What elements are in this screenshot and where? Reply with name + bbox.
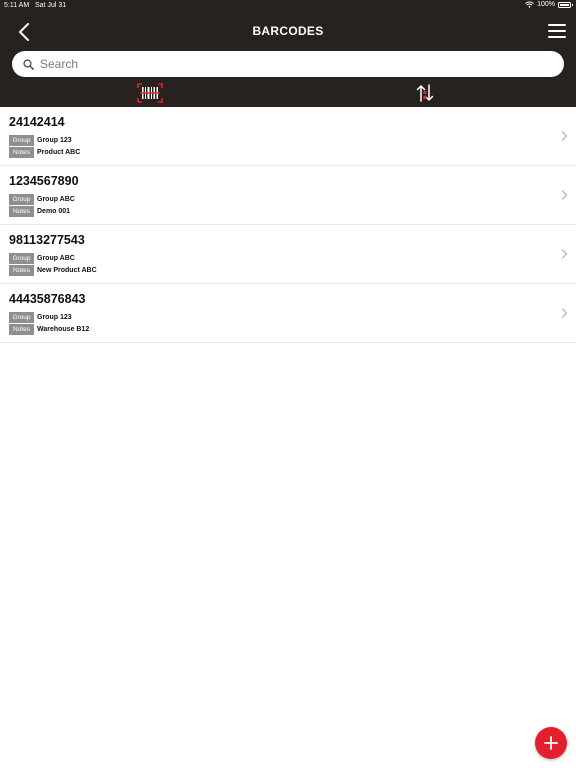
chevron-right-icon xyxy=(561,131,568,141)
list-item[interactable]: 98113277543 Group Group ABC Notes New Pr… xyxy=(0,225,576,284)
search-icon xyxy=(23,58,34,70)
group-line: Group Group ABC xyxy=(9,194,75,205)
notes-tag: Notes xyxy=(9,265,34,276)
notes-value: Product ABC xyxy=(37,149,81,156)
barcode-value: 44435876843 xyxy=(9,292,86,306)
notes-value: Demo 001 xyxy=(37,208,71,215)
list-item[interactable]: 44435876843 Group Group 123 Notes Wareho… xyxy=(0,284,576,343)
page-title: BARCODES xyxy=(252,24,324,38)
battery-icon xyxy=(558,1,573,8)
barcode-scan-button[interactable] xyxy=(137,83,163,103)
barcode-icon xyxy=(137,83,163,103)
group-tag: Group xyxy=(9,312,34,323)
chevron-right-icon xyxy=(561,190,568,200)
group-line: Group Group ABC xyxy=(9,253,75,264)
barcode-value: 1234567890 xyxy=(9,174,79,188)
notes-value: Warehouse B12 xyxy=(37,326,90,333)
barcode-list: 24142414 Group Group 123 Notes Product A… xyxy=(0,107,576,343)
chevron-right-icon xyxy=(561,308,568,318)
notes-line: Notes Warehouse B12 xyxy=(9,324,89,335)
app-header: 5:11 AM Sat Jul 31 100% BARCODES xyxy=(0,0,576,107)
group-line: Group Group 123 xyxy=(9,312,72,323)
status-right: 100% xyxy=(525,1,573,8)
menu-button[interactable] xyxy=(546,21,568,41)
status-date: Sat Jul 31 xyxy=(35,2,67,9)
group-tag: Group xyxy=(9,135,34,146)
battery-fill xyxy=(560,3,569,6)
group-value: Group ABC xyxy=(37,255,75,262)
search-bar[interactable] xyxy=(12,51,564,77)
notes-tag: Notes xyxy=(9,324,34,335)
wifi-icon xyxy=(525,1,534,8)
group-tag: Group xyxy=(9,253,34,264)
notes-line: Notes Product ABC xyxy=(9,147,80,158)
hamburger-menu-icon xyxy=(548,24,566,38)
notes-line: Notes Demo 001 xyxy=(9,206,70,217)
battery-percent: 100% xyxy=(537,1,555,8)
list-item[interactable]: 1234567890 Group Group ABC Notes Demo 00… xyxy=(0,166,576,225)
sort-icon xyxy=(416,84,434,102)
group-line: Group Group 123 xyxy=(9,135,72,146)
search-input[interactable] xyxy=(40,57,520,71)
group-value: Group 123 xyxy=(37,137,72,144)
notes-tag: Notes xyxy=(9,147,34,158)
status-bar: 5:11 AM Sat Jul 31 100% xyxy=(0,0,576,12)
notes-tag: Notes xyxy=(9,206,34,217)
list-item[interactable]: 24142414 Group Group 123 Notes Product A… xyxy=(0,107,576,166)
sort-button[interactable] xyxy=(415,83,435,103)
group-value: Group 123 xyxy=(37,314,72,321)
barcode-value: 98113277543 xyxy=(9,233,85,247)
notes-line: Notes New Product ABC xyxy=(9,265,97,276)
barcode-value: 24142414 xyxy=(9,115,65,129)
notes-value: New Product ABC xyxy=(37,267,97,274)
status-time: 5:11 AM xyxy=(4,2,30,9)
group-tag: Group xyxy=(9,194,34,205)
add-barcode-button[interactable] xyxy=(535,727,567,759)
chevron-right-icon xyxy=(561,249,568,259)
group-value: Group ABC xyxy=(37,196,75,203)
plus-icon xyxy=(544,736,558,750)
